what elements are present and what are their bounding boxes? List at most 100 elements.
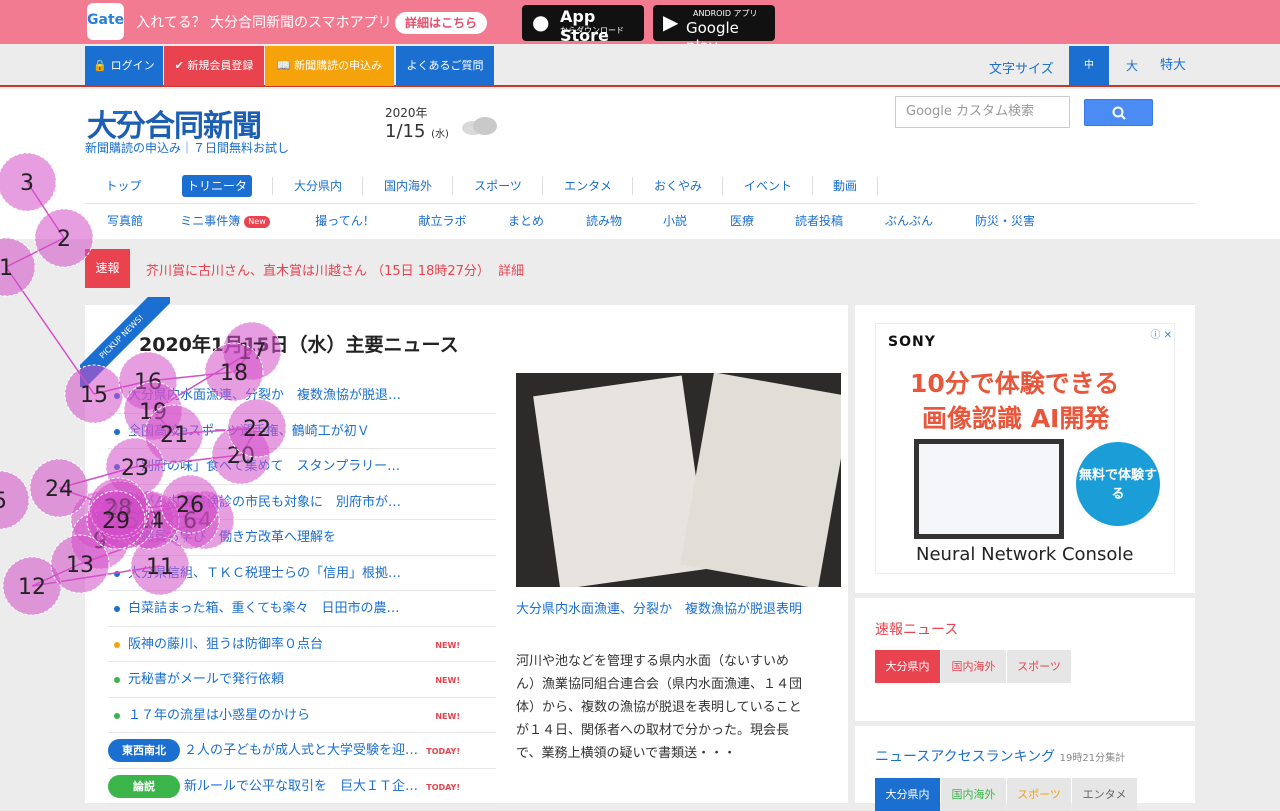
date-year: 2020年 (385, 106, 428, 120)
utility-bar: 🔒 ログイン ✔ 新規会員登録 📖 新聞購読の申込み よくあるご質問 文字サイズ… (0, 44, 1280, 87)
nav-novel[interactable]: 小説 (645, 204, 705, 238)
nav-photo[interactable]: 写真館 (95, 204, 155, 238)
bullet-dot-icon (114, 464, 120, 470)
new-flag: TODAY! (426, 747, 460, 756)
app-store-sub: からダウンロード (560, 26, 624, 35)
nav-summary[interactable]: まとめ (492, 204, 560, 238)
nav-events[interactable]: イベント (733, 169, 803, 203)
click-marker (2, 556, 62, 616)
nav-disaster[interactable]: 防災・災害 (955, 204, 1055, 238)
marker-path-line (31, 563, 81, 587)
breaking-text[interactable]: 芥川賞に古川さん、直木賞は川越さん （15日 18時27分） 詳細 (146, 260, 524, 279)
news-list-item[interactable]: 胃がん内視鏡検診の市民も対象に 別府市が… (108, 485, 496, 520)
click-marker-label: 24 (45, 477, 73, 502)
news-headline: 新ルールで公平な取引を 巨大ＩＴ企… (184, 778, 419, 794)
nav-mini-cases[interactable]: ミニ事件簿 New (170, 204, 280, 238)
font-size-large[interactable]: 大 (1112, 46, 1152, 86)
cloudy-weather-icon (462, 117, 497, 135)
nav-divider (452, 177, 453, 195)
news-list-item[interactable]: 全国高校eスポーツ選手権、鶴崎工が初Ｖ (108, 414, 496, 449)
nav-domestic-world[interactable]: 国内海外 (373, 169, 443, 203)
ad-close-icon[interactable]: ⓘ ✕ (1150, 326, 1172, 341)
nav-reader-posts[interactable]: 読者投稿 (780, 204, 858, 238)
register-button[interactable]: ✔ 新規会員登録 (164, 46, 264, 86)
ad-laptop-screen (914, 439, 1064, 539)
feature-summary: 河川や池などを管理する県内水面（ないすいめん）漁業協同組合連合会（県内水面漁連、… (516, 654, 803, 761)
nav-top[interactable]: トップ (95, 169, 152, 203)
nav-photos-taken[interactable]: 撮ってん！ (300, 204, 390, 238)
feature-photo[interactable] (516, 373, 841, 587)
font-size-label: 文字サイズ (989, 62, 1054, 77)
site-search-input[interactable]: Google カスタム検索 (895, 96, 1070, 128)
news-list-item[interactable]: １７年の流星は小惑星のかけら NEW! (108, 698, 496, 733)
subscribe-button[interactable]: 📖 新聞購読の申込み (265, 46, 394, 86)
font-size-medium[interactable]: 中 (1069, 46, 1109, 86)
faq-button[interactable]: よくあるご質問 (396, 46, 494, 86)
ad-free-trial-badge: 無料で体験する (1076, 442, 1160, 526)
nav-divider (812, 177, 813, 195)
news-list-item[interactable]: 阪神の藤川、狙うは防御率０点台 NEW! (108, 627, 496, 662)
new-flag: NEW! (435, 640, 460, 650)
ranking-title: ニュースアクセスランキング 19時21分集計 (875, 746, 1125, 766)
rank-tab-entertainment[interactable]: エンタメ (1072, 778, 1137, 811)
feature-headline[interactable]: 大分県内水面漁連、分裂か 複数漁協が脱退表明 (516, 598, 816, 621)
breaking-headline: 芥川賞に古川さん、直木賞は川越さん （15日 18時27分） (146, 264, 490, 279)
quick-tab-sports[interactable]: スポーツ (1007, 650, 1071, 683)
search-button[interactable] (1084, 99, 1153, 126)
google-play-sub: ANDROID アプリ (693, 9, 758, 18)
quick-tab-oita[interactable]: 大分県内 (875, 650, 940, 683)
click-marker (0, 470, 30, 530)
nav-divider (877, 177, 878, 195)
app-store-button[interactable]: ● App Store からダウンロード (522, 5, 644, 45)
news-list-item[interactable]: 白菜詰まった箱、重くても楽々 日田市の農… (108, 591, 496, 627)
breaking-detail-link[interactable]: 詳細 (498, 264, 524, 279)
weekday: (水) (431, 129, 449, 140)
news-list-item[interactable]: 大分県信組、ＴＫＣ税理士らの「信用」根拠… (108, 556, 496, 591)
news-list-item[interactable]: 教職員ら学び 働き方改革へ理解を (108, 520, 496, 556)
quick-tab-domestic[interactable]: 国内海外 (941, 650, 1006, 683)
nav-trinita[interactable]: トリニータ (182, 175, 252, 197)
nav-active-indicator (113, 111, 132, 114)
news-list-item[interactable]: 大分県内水面漁連、分裂か 複数漁協が脱退… (108, 378, 496, 414)
news-headline: ２人の子どもが成人式と大学受験を迎… (184, 743, 419, 758)
news-headline: 胃がん内視鏡検診の市民も対象に 別府市が… (128, 494, 402, 510)
news-list-item[interactable]: 元秘書がメールで発行依頼 NEW! (108, 662, 496, 698)
date-value: 1/15 (385, 121, 426, 142)
nav-menu-lab[interactable]: 献立ラボ (400, 204, 485, 238)
nav-obituaries[interactable]: おくやみ (643, 169, 713, 203)
header-sublinks[interactable]: 新聞購読の申込み｜７日間無料お試し (85, 139, 289, 156)
news-headline: １７年の流星は小惑星のかけら (128, 707, 311, 723)
nav-medical[interactable]: 医療 (712, 204, 772, 238)
gate-app-logo[interactable]: Gate (87, 3, 124, 40)
nav-video[interactable]: 動画 (815, 169, 875, 203)
new-badge: New (244, 215, 270, 228)
rank-tab-sports[interactable]: スポーツ (1007, 778, 1071, 811)
app-detail-button[interactable]: 詳細はこちら (395, 12, 488, 34)
main-news-title: 2020年1月15日（水）主要ニュース (139, 334, 459, 356)
nav-entertainment[interactable]: エンタメ (553, 169, 623, 203)
font-size-xlarge[interactable]: 特大 (1152, 46, 1194, 86)
google-play-button[interactable]: ▶ ANDROID アプリ Google play (653, 5, 775, 55)
nav-bunbun[interactable]: ぶんぶん (870, 204, 948, 238)
ad-product-name: Neural Network Console (916, 544, 1134, 565)
nav-reading[interactable]: 読み物 (570, 204, 638, 238)
bullet-dot-icon (114, 570, 120, 577)
sony-ad[interactable]: ⓘ ✕ SONY 10分で体験できる 画像認識 AI開発 無料で体験する Neu… (875, 323, 1175, 574)
bullet-dot-icon (114, 428, 120, 435)
news-list-item[interactable]: 論説 新ルールで公平な取引を 巨大ＩＴ企… TODAY! (108, 769, 496, 804)
nav-oita[interactable]: 大分県内 (283, 169, 353, 203)
news-headline: 元秘書がメールで発行依頼 (128, 672, 285, 687)
bullet-dot-icon (114, 712, 120, 719)
rank-tab-oita[interactable]: 大分県内 (875, 778, 940, 811)
news-list-item[interactable]: 東西南北 ２人の子どもが成人式と大学受験を迎… TODAY! (108, 733, 496, 769)
bullet-dot-icon (114, 677, 120, 683)
rank-tab-domestic[interactable]: 国内海外 (941, 778, 1006, 811)
register-label: 新規会員登録 (187, 59, 254, 72)
breaking-label: 速報 (85, 249, 130, 288)
login-button[interactable]: 🔒 ログイン (85, 46, 163, 86)
nav-sports[interactable]: スポーツ (463, 169, 533, 203)
column-tag: 東西南北 (108, 739, 180, 762)
ad-brand: SONY (888, 334, 936, 350)
news-list-item[interactable]: 「別府の味」食べて集めて スタンプラリー… (108, 449, 496, 485)
nav-mini-cases-label: ミニ事件簿 (180, 214, 241, 228)
